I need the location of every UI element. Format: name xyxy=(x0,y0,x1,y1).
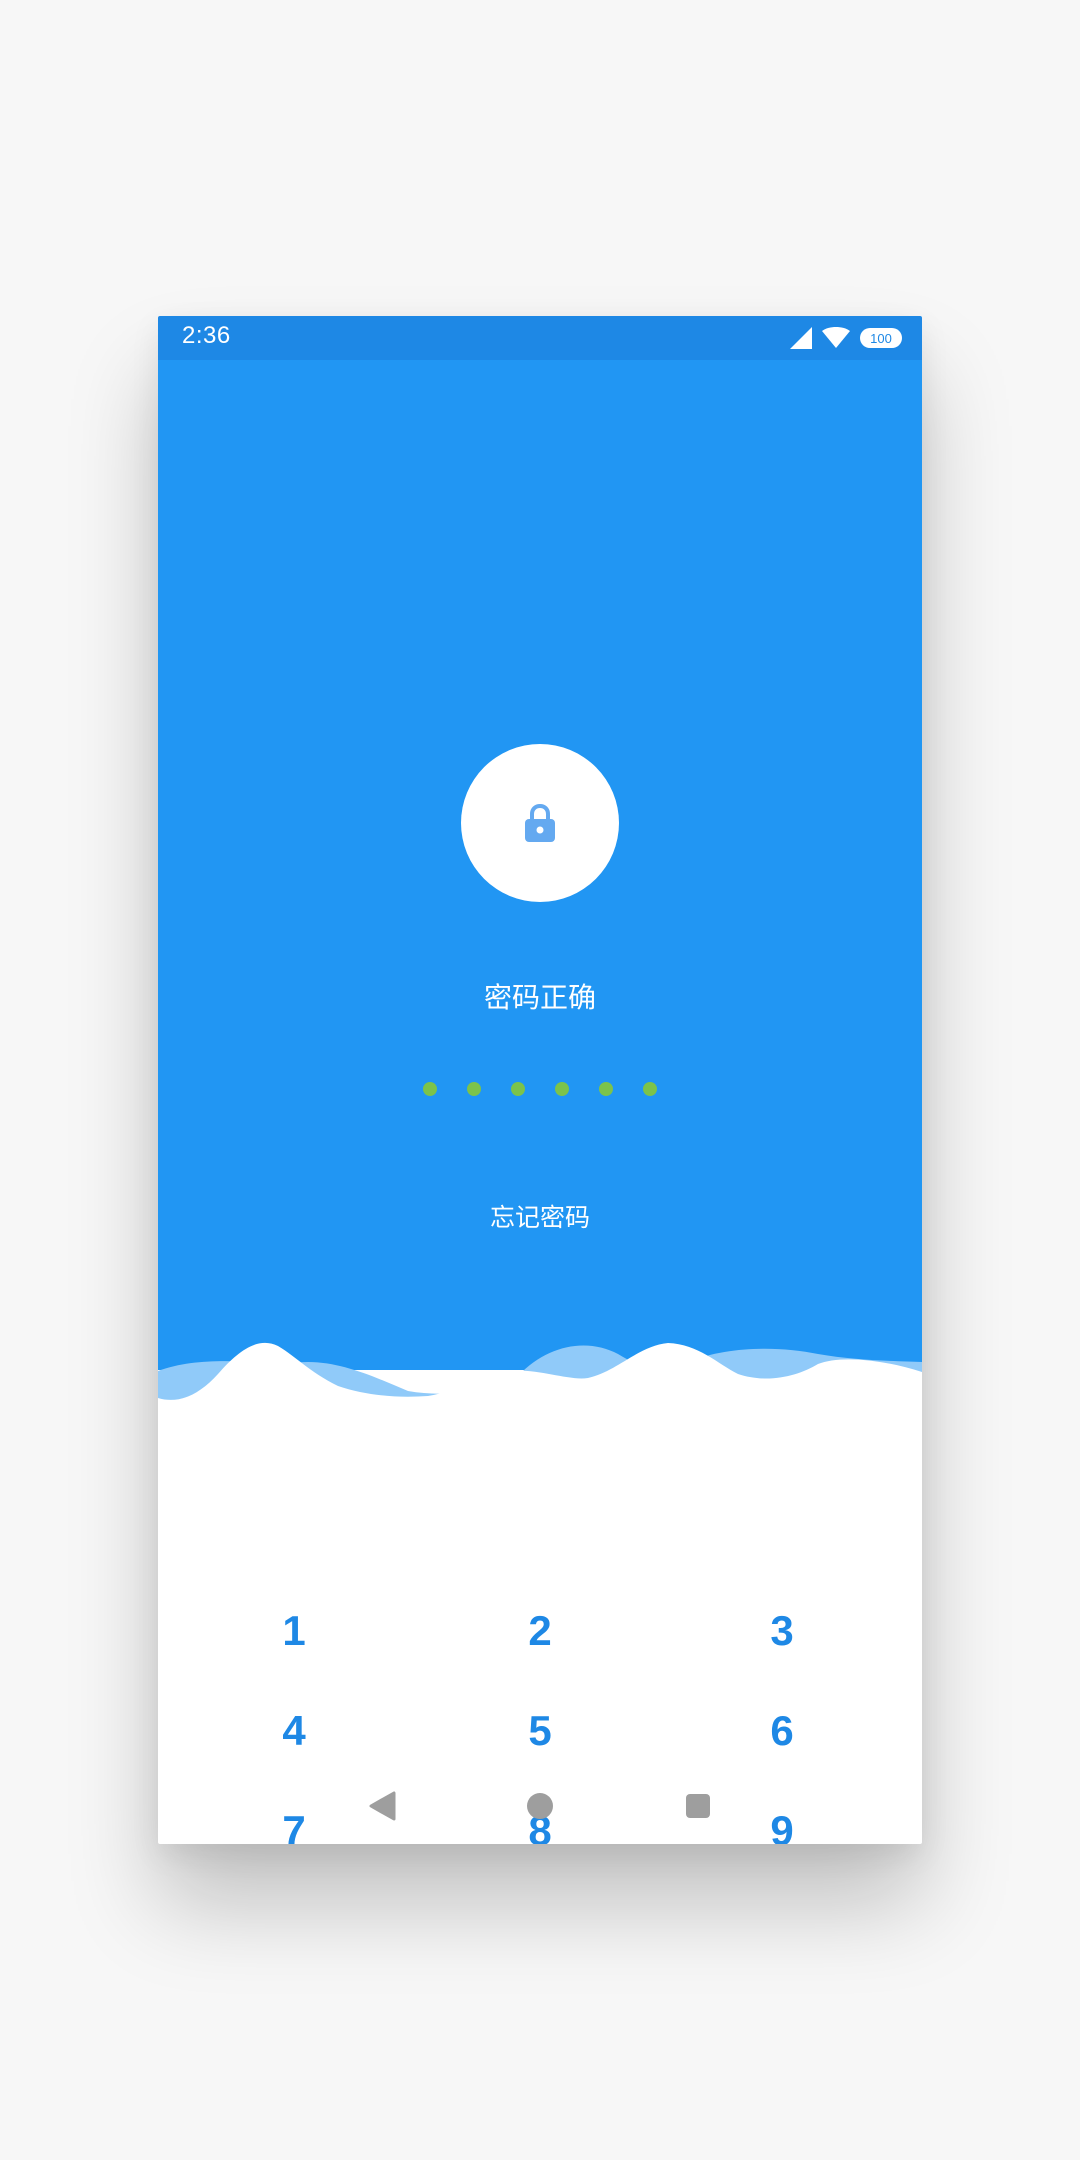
key-3[interactable]: 3 xyxy=(702,1586,862,1676)
wave-decoration xyxy=(158,1342,922,1486)
key-4[interactable]: 4 xyxy=(214,1686,374,1776)
key-1[interactable]: 1 xyxy=(214,1586,374,1676)
nav-recents-button[interactable] xyxy=(678,1786,718,1826)
key-5[interactable]: 5 xyxy=(460,1686,620,1776)
pin-dot xyxy=(643,1082,657,1096)
cellular-signal-icon xyxy=(790,327,812,349)
key-2[interactable]: 2 xyxy=(460,1586,620,1676)
key-6[interactable]: 6 xyxy=(702,1686,862,1776)
screen-canvas: 2:36 100 密码正确 忘记密码 1 2 3 4 5 6 7 8 9 xyxy=(0,0,1080,2160)
battery-icon: 100 xyxy=(860,328,902,348)
pin-dot xyxy=(423,1082,437,1096)
nav-home-button[interactable] xyxy=(520,1786,560,1826)
lock-badge xyxy=(461,744,619,902)
lock-icon xyxy=(525,804,555,842)
pin-dot xyxy=(555,1082,569,1096)
navigation-bar xyxy=(158,1766,922,1844)
battery-level: 100 xyxy=(870,330,892,346)
status-time: 2:36 xyxy=(182,322,231,349)
pin-dot xyxy=(599,1082,613,1096)
home-icon xyxy=(527,1793,553,1819)
pin-dots xyxy=(158,1082,922,1096)
status-icons: 100 xyxy=(790,326,902,350)
pin-dot xyxy=(511,1082,525,1096)
recents-icon xyxy=(686,1794,710,1818)
status-bar: 2:36 100 xyxy=(158,316,922,360)
password-status-text: 密码正确 xyxy=(483,981,596,1014)
pin-dot xyxy=(467,1082,481,1096)
wifi-icon xyxy=(822,327,850,348)
phone-frame: 2:36 100 密码正确 忘记密码 1 2 3 4 5 6 7 8 9 xyxy=(158,316,922,1844)
nav-back-button[interactable] xyxy=(362,1786,402,1826)
back-icon xyxy=(369,1791,396,1821)
